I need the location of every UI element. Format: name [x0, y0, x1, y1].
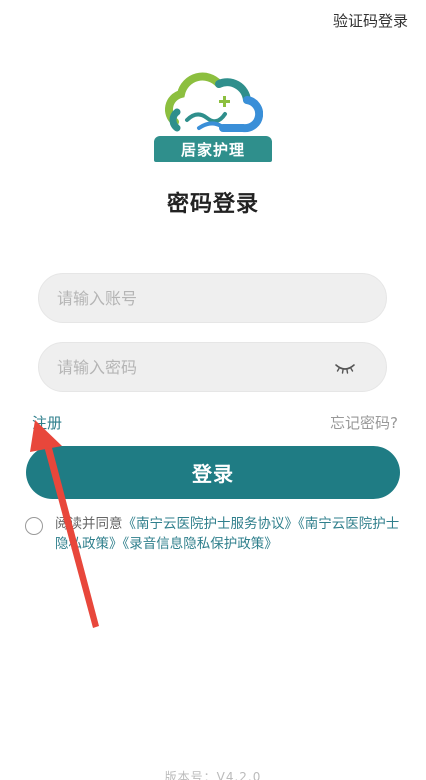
password-input[interactable] [39, 356, 329, 378]
agreement-text: 阅读并同意《南宁云医院护士服务协议》《南宁云医院护士隐私政策》《录音信息隐私保护… [55, 514, 400, 554]
login-screen: 验证码登录 居家护理 密码登录 注册 忘记密码? 登录 [0, 0, 426, 780]
agreement-checkbox[interactable] [25, 517, 43, 535]
service-agreement-link[interactable]: 《南宁云医院护士服务协议》 [123, 516, 299, 532]
agreement-row: 阅读并同意《南宁云医院护士服务协议》《南宁云医院护士隐私政策》《录音信息隐私保护… [25, 514, 400, 554]
cloud-logo-icon [165, 72, 263, 133]
eye-closed-icon[interactable] [334, 360, 356, 376]
password-field[interactable] [38, 342, 387, 392]
forgot-password-link[interactable]: 忘记密码? [330, 412, 398, 433]
top-bar: 验证码登录 [0, 0, 426, 40]
register-link[interactable]: 注册 [32, 412, 62, 433]
account-field[interactable] [38, 273, 387, 323]
app-logo: 居家护理 [0, 70, 426, 162]
login-button[interactable]: 登录 [26, 446, 400, 499]
recording-policy-link[interactable]: 《录音信息隐私保护政策》 [123, 536, 278, 552]
account-input[interactable] [39, 287, 329, 309]
page-title: 密码登录 [166, 192, 259, 217]
version-label: 版本号：V4.2.0 [164, 770, 262, 780]
logo-banner: 居家护理 [154, 136, 272, 162]
sms-login-link[interactable]: 验证码登录 [333, 10, 408, 31]
agreement-prefix: 阅读并同意 [55, 516, 123, 532]
